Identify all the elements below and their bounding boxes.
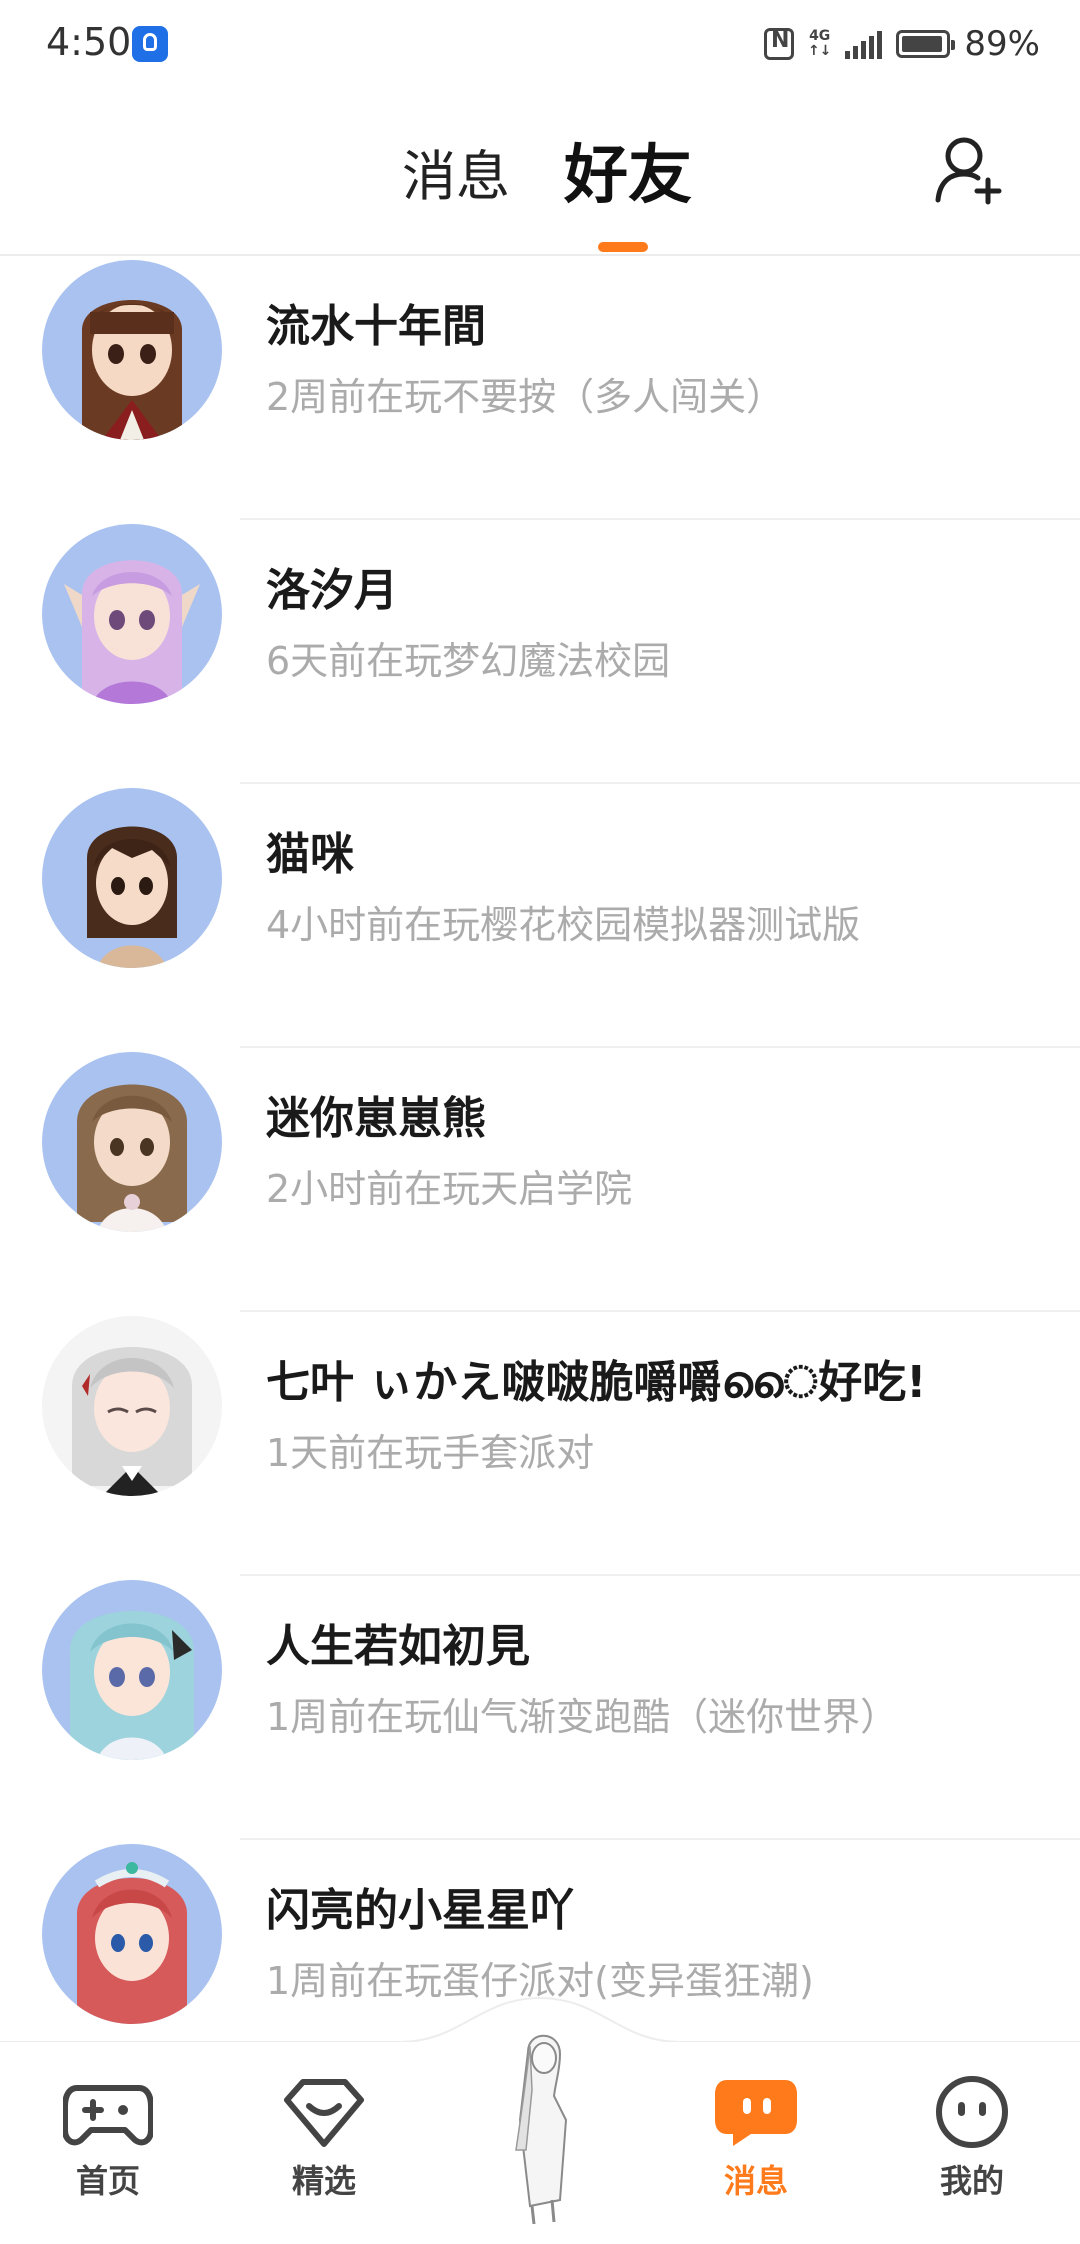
signal-icon xyxy=(845,29,883,59)
notification-bulb-icon xyxy=(132,26,168,62)
status-indicators: 4G↑↓ 89% xyxy=(763,20,1040,68)
friend-status: 4小时前在玩樱花校园模拟器测试版 xyxy=(266,903,861,947)
friend-name: 猫咪 xyxy=(266,829,354,880)
avatar xyxy=(42,524,222,704)
smiley-face-icon xyxy=(936,2076,1008,2148)
active-tab-indicator xyxy=(598,242,648,252)
gamepad-icon xyxy=(63,2085,153,2146)
tab-friends[interactable]: 好友 xyxy=(564,124,692,216)
friend-name: 七叶 ぃかえ啵啵脆嚼嚼ൈ好吃! xyxy=(266,1357,927,1408)
avatar xyxy=(42,788,222,968)
avatar xyxy=(42,260,222,440)
header: 消息 好友 xyxy=(0,90,1080,256)
friend-status: 2小时前在玩天启学院 xyxy=(266,1167,633,1211)
friend-item[interactable]: 洛汐月 6天前在玩梦幻魔法校园 xyxy=(0,520,1080,784)
friend-item[interactable]: 七叶 ぃかえ啵啵脆嚼嚼ൈ好吃! 1天前在玩手套派对 xyxy=(0,1312,1080,1576)
message-bubble-icon xyxy=(715,2080,797,2146)
nav-label-home: 首页 xyxy=(75,2162,140,2200)
status-bar: 4:50 4G↑↓ 89% xyxy=(0,0,1080,90)
nav-label-messages: 消息 xyxy=(723,2162,788,2200)
status-time: 4:50 xyxy=(46,20,132,64)
add-user-icon[interactable] xyxy=(932,132,1006,206)
friend-status: 1天前在玩手套派对 xyxy=(266,1431,595,1475)
battery-icon xyxy=(896,30,956,58)
nfc-icon xyxy=(763,28,794,60)
friend-status: 2周前在玩不要按（多人闯关） xyxy=(266,375,785,419)
friend-item[interactable]: 迷你崽崽熊 2小时前在玩天启学院 xyxy=(0,1048,1080,1312)
nav-messages[interactable]: 消息 xyxy=(686,2074,826,2224)
avatar xyxy=(42,1316,222,1496)
friend-name: 迷你崽崽熊 xyxy=(266,1093,486,1144)
character-avatar-icon[interactable] xyxy=(470,2000,610,2230)
friend-name: 人生若如初見 xyxy=(266,1621,530,1672)
avatar xyxy=(42,1052,222,1232)
nav-profile[interactable]: 我的 xyxy=(902,2074,1042,2224)
battery-percent: 89% xyxy=(964,24,1040,64)
nav-home[interactable]: 首页 xyxy=(38,2074,178,2224)
friend-list: 流水十年間 2周前在玩不要按（多人闯关） 洛汐月 6天前在玩梦幻魔法校园 猫咪 … xyxy=(0,256,1080,2104)
friend-name: 洛汐月 xyxy=(266,565,398,616)
network-type: 4G ↑↓ xyxy=(807,28,832,59)
tab-messages[interactable]: 消息 xyxy=(402,132,510,211)
friend-item[interactable]: 猫咪 4小时前在玩樱花校园模拟器测试版 xyxy=(0,784,1080,1048)
friend-name: 闪亮的小星星吖 xyxy=(266,1885,574,1936)
friend-item[interactable]: 人生若如初見 1周前在玩仙气渐变跑酷（迷你世界） xyxy=(0,1576,1080,1840)
nav-label-featured: 精选 xyxy=(291,2162,356,2200)
avatar xyxy=(42,1580,222,1760)
nav-label-profile: 我的 xyxy=(939,2162,1004,2200)
friend-status: 6天前在玩梦幻魔法校园 xyxy=(266,639,671,683)
heart-gem-icon xyxy=(284,2079,364,2147)
friend-name: 流水十年間 xyxy=(266,301,486,352)
friend-item[interactable]: 流水十年間 2周前在玩不要按（多人闯关） xyxy=(0,256,1080,520)
friend-status: 1周前在玩仙气渐变跑酷（迷你世界） xyxy=(266,1695,899,1739)
nav-featured[interactable]: 精选 xyxy=(254,2074,394,2224)
